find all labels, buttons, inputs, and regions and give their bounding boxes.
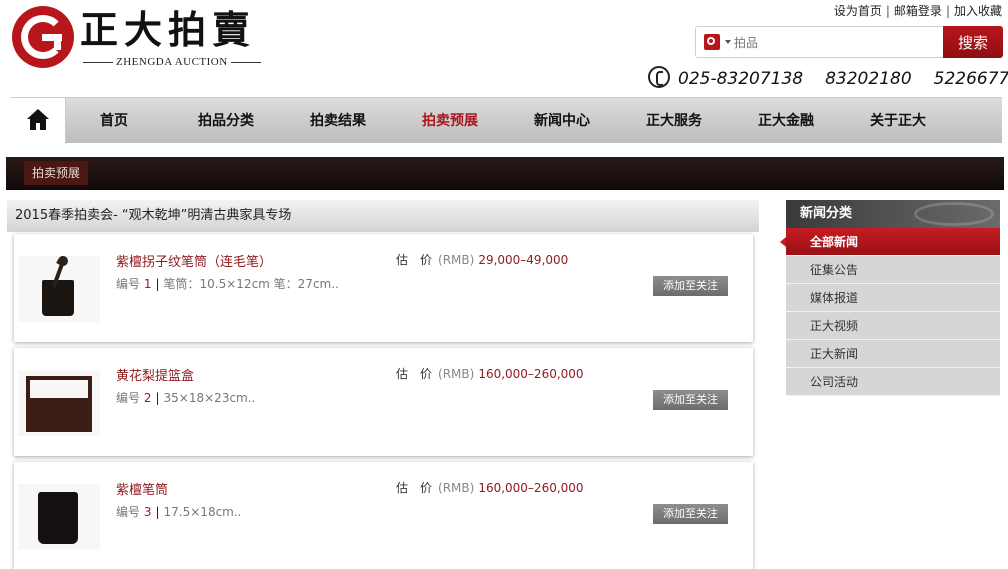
- phone-number: 83202180: [825, 69, 912, 89]
- lot-name[interactable]: 紫檀拐子纹笔筒（连毛笔）: [116, 251, 272, 270]
- lot-thumbnail[interactable]: [18, 254, 100, 322]
- nav-item-about[interactable]: 关于正大: [870, 98, 926, 144]
- nav-item-results[interactable]: 拍卖结果: [310, 98, 366, 144]
- nav-item-news[interactable]: 新闻中心: [534, 98, 590, 144]
- lot-number: 1: [143, 277, 152, 291]
- nav-item-services[interactable]: 正大服务: [646, 98, 702, 144]
- search-icon: [707, 37, 715, 45]
- search-input[interactable]: [734, 33, 934, 53]
- phone-numbers: 025-83207138 83202180 52266771: [648, 66, 1008, 89]
- lot-number: 3: [143, 505, 152, 519]
- lot-item: 黄花梨提篮盒 编号 2 | 35×18×23cm.. 估 价 (RMB) 160,000…: [14, 348, 753, 456]
- lot-item: 紫檀笔筒 编号 3 | 17.5×18cm.. 估 价 (RMB) 160,000–26…: [14, 462, 753, 569]
- lot-dimensions: 35×18×23cm..: [163, 391, 256, 405]
- breadcrumb-bar: 拍卖预展: [6, 157, 1004, 190]
- search-button[interactable]: 搜索: [943, 26, 1003, 58]
- email-login-link[interactable]: 邮箱登录: [894, 4, 942, 18]
- lot-name[interactable]: 紫檀笔筒: [116, 479, 168, 498]
- lot-thumbnail[interactable]: [18, 484, 100, 550]
- logo-mark-icon: [12, 6, 74, 68]
- sidebar-news-categories: 全部新闻 征集公告 媒体报道 正大视频 正大新闻 公司活动: [780, 228, 1000, 396]
- main-nav: 首页 拍品分类 拍卖结果 拍卖预展 新闻中心 正大服务 正大金融 关于正大: [10, 97, 1002, 144]
- nav-item-home[interactable]: 首页: [100, 98, 128, 144]
- add-favorite-link[interactable]: 加入收藏: [954, 4, 1002, 18]
- lot-meta: 编号 2 | 35×18×23cm..: [116, 391, 256, 405]
- phone-number: 52266771: [933, 69, 1008, 89]
- sidebar-item-announcements[interactable]: 征集公告: [786, 256, 1000, 284]
- lot-name[interactable]: 黄花梨提篮盒: [116, 365, 194, 384]
- nav-item-categories[interactable]: 拍品分类: [198, 98, 254, 144]
- lot-dimensions: 笔筒：10.5×12cm 笔：27cm..: [163, 277, 339, 291]
- home-button[interactable]: [10, 98, 66, 144]
- top-links: 设为首页 | 邮箱登录 | 加入收藏: [833, 4, 1002, 18]
- logo-english-text: ZHENGDA AUCTION: [80, 56, 264, 68]
- sidebar-title: 新闻分类: [786, 200, 1000, 228]
- search-type-selector[interactable]: [704, 34, 720, 50]
- logo-chinese-text: 正大拍賣: [80, 7, 257, 52]
- nav-item-finance[interactable]: 正大金融: [758, 98, 814, 144]
- lot-meta: 编号 3 | 17.5×18cm..: [116, 505, 242, 519]
- sidebar-item-events[interactable]: 公司活动: [786, 368, 1000, 396]
- add-to-watchlist-button[interactable]: 添加至关注: [653, 276, 728, 296]
- breadcrumb[interactable]: 拍卖预展: [24, 161, 89, 185]
- lot-estimate: 估 价 (RMB) 160,000–260,000: [396, 481, 584, 495]
- set-homepage-link[interactable]: 设为首页: [834, 4, 882, 18]
- decorative-swirl-icon: [914, 202, 994, 226]
- phone-icon: [648, 66, 670, 88]
- lot-estimate: 估 价 (RMB) 29,000–49,000: [396, 253, 569, 267]
- lot-number: 2: [143, 391, 152, 405]
- add-to-watchlist-button[interactable]: 添加至关注: [653, 390, 728, 410]
- add-to-watchlist-button[interactable]: 添加至关注: [653, 504, 728, 524]
- lot-dimensions: 17.5×18cm..: [163, 505, 242, 519]
- sidebar-item-videos[interactable]: 正大视频: [786, 312, 1000, 340]
- chevron-down-icon[interactable]: [725, 40, 731, 44]
- page-title: 2015春季拍卖会- “观木乾坤”明清古典家具专场: [7, 200, 759, 232]
- lot-item: 紫檀拐子纹笔筒（连毛笔） 编号 1 | 笔筒：10.5×12cm 笔：27cm.. …: [14, 234, 753, 342]
- sidebar-item-news[interactable]: 正大新闻: [786, 340, 1000, 368]
- logo[interactable]: 正大拍賣 ZHENGDA AUCTION: [12, 6, 262, 72]
- nav-item-preview[interactable]: 拍卖预展: [422, 98, 478, 144]
- sidebar-item-media[interactable]: 媒体报道: [786, 284, 1000, 312]
- phone-number: 025-83207138: [678, 69, 804, 89]
- lot-meta: 编号 1 | 笔筒：10.5×12cm 笔：27cm..: [116, 277, 339, 291]
- lot-thumbnail[interactable]: [18, 370, 100, 436]
- search-box: 搜索: [695, 26, 1003, 58]
- sidebar-item-all-news[interactable]: 全部新闻: [780, 228, 1000, 256]
- lot-estimate: 估 价 (RMB) 160,000–260,000: [396, 367, 584, 381]
